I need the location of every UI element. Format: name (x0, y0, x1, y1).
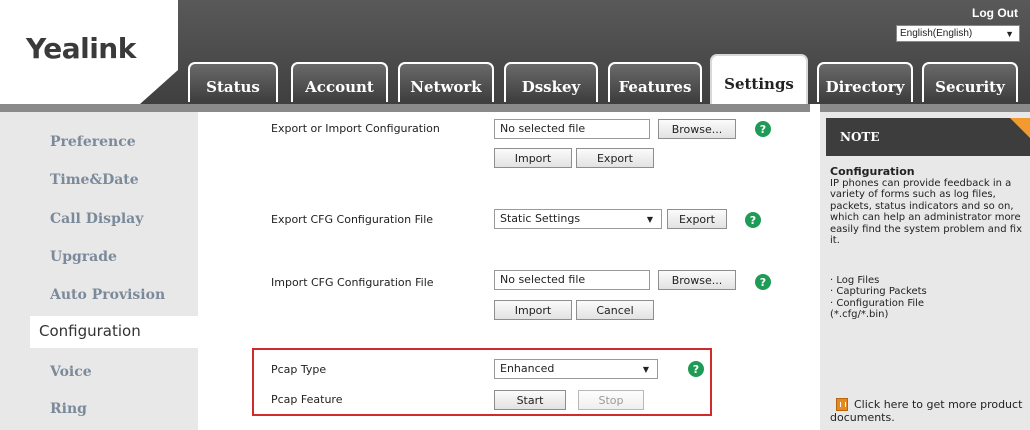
pcap-type-select[interactable]: Enhanced ▼ (494, 359, 658, 379)
tab-features[interactable]: Features (608, 62, 702, 102)
export-import-file-field[interactable]: No selected file (494, 119, 650, 139)
list-item: · Capturing Packets (830, 286, 927, 297)
export-import-label: Export or Import Configuration (271, 122, 440, 135)
pcap-type-label: Pcap Type (271, 363, 327, 376)
sidebar-item-upgrade[interactable]: Upgrade (50, 249, 117, 265)
import-cfg-label: Import CFG Configuration File (271, 276, 434, 289)
sidebar-item-preference[interactable]: Preference (50, 134, 136, 150)
start-button[interactable]: Start (494, 390, 566, 410)
export-cfg-select-value: Static Settings (500, 212, 581, 225)
tab-dsskey[interactable]: Dsskey (504, 62, 598, 102)
yealink-logo: Yealink (26, 32, 136, 65)
help-icon[interactable]: ? (745, 212, 761, 228)
help-icon[interactable]: ? (755, 274, 771, 290)
chevron-down-icon: ▼ (642, 365, 649, 374)
export-cfg-button[interactable]: Export (667, 209, 727, 229)
list-item: · Log Files (830, 274, 880, 286)
sidebar-item-label: Configuration (39, 322, 141, 340)
pcap-feature-label: Pcap Feature (271, 393, 343, 406)
note-header-label: NOTE (840, 130, 880, 144)
tab-account[interactable]: Account (291, 62, 388, 102)
sidebar-item-voice[interactable]: Voice (50, 364, 92, 380)
tab-settings[interactable]: Settings (710, 54, 808, 104)
browse-button[interactable]: Browse... (658, 270, 736, 290)
sidebar-item-time-date[interactable]: Time&Date (50, 172, 139, 188)
note-header: NOTE (826, 118, 1030, 156)
list-item: (*.cfg/*.bin) (830, 309, 889, 320)
sidebar (0, 104, 198, 430)
chevron-down-icon: ▼ (1005, 29, 1014, 39)
tab-status[interactable]: Status (188, 62, 278, 102)
note-description: IP phones can provide feedback in a vari… (830, 177, 1022, 247)
note-panel: NOTE Configuration IP phones can provide… (820, 104, 1030, 430)
export-cfg-label: Export CFG Configuration File (271, 213, 434, 226)
tab-directory[interactable]: Directory (817, 62, 913, 102)
sidebar-item-auto-provision[interactable]: Auto Provision (50, 287, 165, 303)
export-button[interactable]: Export (576, 148, 654, 168)
stop-button[interactable]: Stop (578, 390, 644, 410)
tab-network[interactable]: Network (398, 62, 494, 102)
help-icon[interactable]: ? (755, 121, 771, 137)
import-cfg-file-field[interactable]: No selected file (494, 270, 650, 290)
corner-fold-icon (1010, 118, 1030, 138)
import-button[interactable]: Import (494, 300, 572, 320)
chevron-down-icon: ▼ (646, 215, 653, 224)
note-body: Configuration IP phones can provide feed… (830, 166, 1026, 321)
tab-security[interactable]: Security (922, 62, 1018, 102)
cancel-button[interactable]: Cancel (576, 300, 654, 320)
export-cfg-select[interactable]: Static Settings ▼ (494, 209, 662, 229)
sidebar-item-configuration[interactable]: Configuration (30, 316, 198, 348)
sidebar-item-call-display[interactable]: Call Display (50, 211, 143, 227)
language-select[interactable]: English(English) ▼ (896, 25, 1020, 42)
list-item: · Configuration File (830, 297, 925, 309)
product-documents-link-text: Click here to get more product documents… (830, 398, 1023, 424)
browse-button[interactable]: Browse... (658, 119, 736, 139)
sidebar-item-ring[interactable]: Ring (50, 401, 87, 417)
language-value: English(English) (900, 28, 973, 39)
note-list: · Log Files · Capturing Packets · Config… (830, 275, 1026, 321)
import-button[interactable]: Import (494, 148, 572, 168)
help-icon[interactable]: ? (688, 361, 704, 377)
product-documents-link[interactable]: Click here to get more product documents… (830, 398, 1026, 424)
pcap-type-select-value: Enhanced (500, 362, 555, 375)
note-title: Configuration (830, 165, 915, 178)
document-icon (836, 398, 848, 411)
logout-link[interactable]: Log Out (972, 6, 1018, 20)
